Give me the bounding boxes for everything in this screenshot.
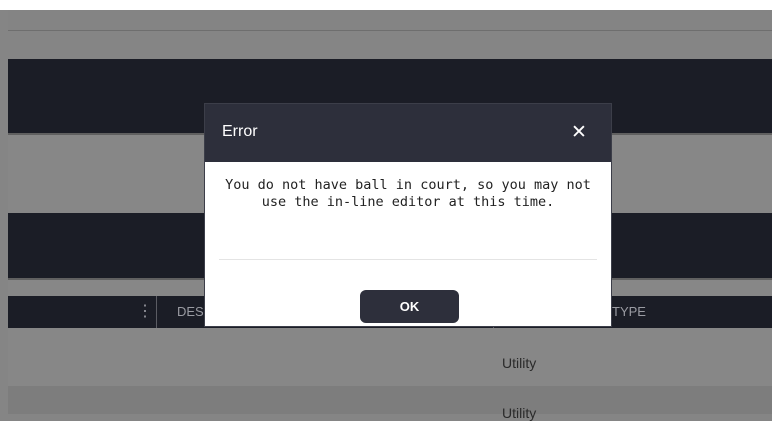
column-header-description[interactable]: DES: [177, 304, 204, 319]
error-dialog: Error ✕ You do not have ball in court, s…: [204, 103, 612, 327]
dialog-divider: [219, 259, 597, 260]
column-separator[interactable]: [156, 296, 157, 328]
column-menu-icon[interactable]: ⋮: [137, 302, 153, 322]
filter-row: [8, 31, 772, 59]
column-header-type[interactable]: TYPE: [612, 304, 646, 319]
type-cell: Utility: [502, 355, 537, 371]
toolbar-row: [8, 10, 772, 31]
type-cell: Utility: [502, 405, 537, 421]
close-icon[interactable]: ✕: [569, 121, 589, 143]
dialog-message: You do not have ball in court, so you ma…: [225, 177, 591, 210]
table-row[interactable]: Utility: [8, 386, 772, 421]
ok-button[interactable]: OK: [360, 290, 459, 323]
dialog-header: Error ✕: [205, 104, 611, 162]
top-strip: [0, 0, 772, 10]
dialog-title: Error: [222, 123, 258, 140]
table-row[interactable]: Utility: [8, 328, 772, 386]
